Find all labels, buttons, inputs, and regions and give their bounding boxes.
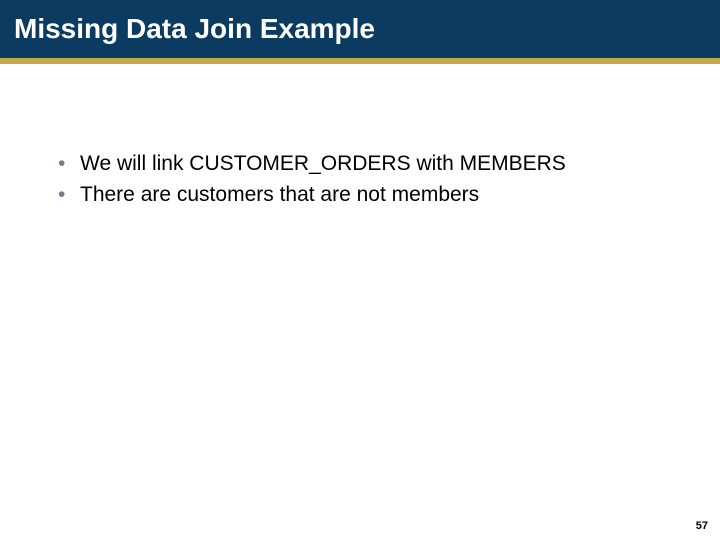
content-area: We will link CUSTOMER_ORDERS with MEMBER… — [52, 150, 660, 213]
list-item: There are customers that are not members — [52, 181, 660, 208]
page-number: 57 — [696, 520, 708, 532]
slide: Missing Data Join Example We will link C… — [0, 0, 720, 540]
title-band: Missing Data Join Example — [0, 0, 720, 64]
list-item: We will link CUSTOMER_ORDERS with MEMBER… — [52, 150, 660, 177]
bullet-list: We will link CUSTOMER_ORDERS with MEMBER… — [52, 150, 660, 209]
slide-title: Missing Data Join Example — [14, 13, 375, 45]
